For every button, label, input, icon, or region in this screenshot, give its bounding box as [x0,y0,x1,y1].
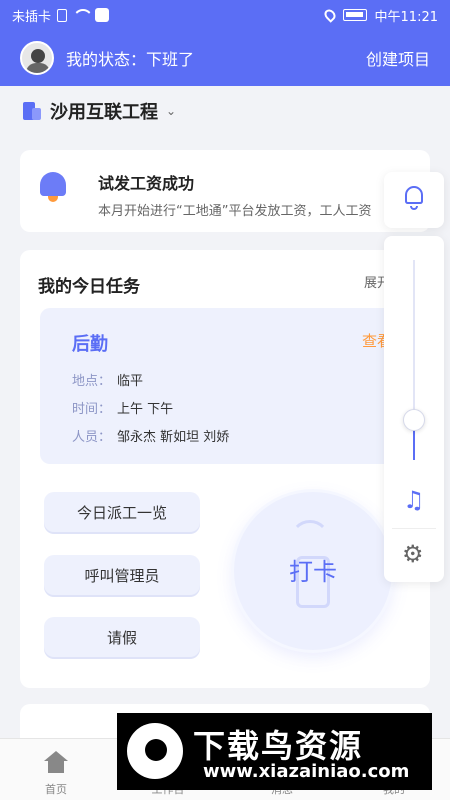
music-note-icon[interactable]: ♫ [403,486,425,514]
location-icon [321,7,338,23]
location-key: 地点： [72,374,112,389]
chevron-down-icon: ⌄ [166,104,177,118]
clock-text: 中午11:21 [374,9,438,25]
carrier-text: 未插卡 [12,9,52,25]
bell-icon [38,170,68,206]
location-value: 临平 [117,374,144,389]
watermark-logo-icon [127,723,183,779]
tasks-card: 我的今日任务 展开 ︾ 后勤 查看 地点： 临平 时间： 上午 下午 人员： 邹… [20,250,430,688]
tasks-title: 我的今日任务 [38,277,140,297]
top-bar: 我的状态：下班了 创建项目 [0,30,450,86]
status-right: 中午11:21 [321,6,438,25]
sim-icon [57,8,68,22]
status-bar: 未插卡 中午11:21 [0,0,450,30]
side-divider [392,528,436,529]
gear-icon[interactable]: ⚙ [402,540,424,568]
tab-label: 首页 [45,783,67,796]
time-value: 上午 下午 [117,402,174,417]
status-value: 下班了 [146,50,195,69]
leave-button[interactable]: 请假 [44,617,200,657]
side-notification-panel[interactable] [384,172,444,228]
watermark-url: www.xiazainiao.com [203,761,410,782]
checkin-label: 打卡 [289,558,337,586]
project-name: 沙用互联工程 [50,102,158,123]
notice-title: 试发工资成功 [98,174,195,193]
wifi-icon [73,9,89,21]
my-status[interactable]: 我的状态：下班了 [66,46,194,70]
home-icon [44,751,68,773]
task-location: 地点： 临平 [72,370,143,389]
header: 未插卡 中午11:21 我的状态：下班了 创建项目 [0,0,450,86]
app-badge-icon [95,8,110,22]
status-label: 我的状态： [66,50,147,69]
task-people: 人员： 邹永杰 靳如坦 刘娇 [72,426,229,445]
time-key: 时间： [72,402,112,417]
notice-text: 本月开始进行“工地通”平台发放工资，工人工资 [98,204,372,219]
task-time: 时间： 上午 下午 [72,398,173,417]
people-key: 人员： [72,430,112,445]
task-type: 后勤 [72,334,108,355]
watermark: 下载鸟资源 www.xiazainiao.com [117,713,432,790]
people-value: 邹永杰 靳如坦 刘娇 [117,430,230,445]
building-icon [20,100,42,122]
bell-outline-icon [404,186,424,212]
avatar[interactable] [20,41,54,75]
call-admin-button[interactable]: 呼叫管理员 [44,555,200,595]
volume-slider-thumb[interactable] [403,409,425,431]
notice-card[interactable]: 试发工资成功 本月开始进行“工地通”平台发放工资，工人工资 昨天 [20,150,430,232]
create-project-button[interactable]: 创建项目 [366,46,430,70]
battery-icon [342,9,367,21]
task-panel: 后勤 查看 地点： 临平 时间： 上午 下午 人员： 邹永杰 靳如坦 刘娇 [40,308,410,464]
tab-home[interactable]: 首页 [16,747,96,797]
checkin-button[interactable]: 打卡 [234,492,392,650]
project-selector[interactable]: 沙用互联工程 ⌄ [20,96,176,126]
status-left: 未插卡 [12,6,110,25]
side-controls: ♫ ⚙ [384,236,444,582]
dispatch-list-button[interactable]: 今日派工一览 [44,492,200,532]
